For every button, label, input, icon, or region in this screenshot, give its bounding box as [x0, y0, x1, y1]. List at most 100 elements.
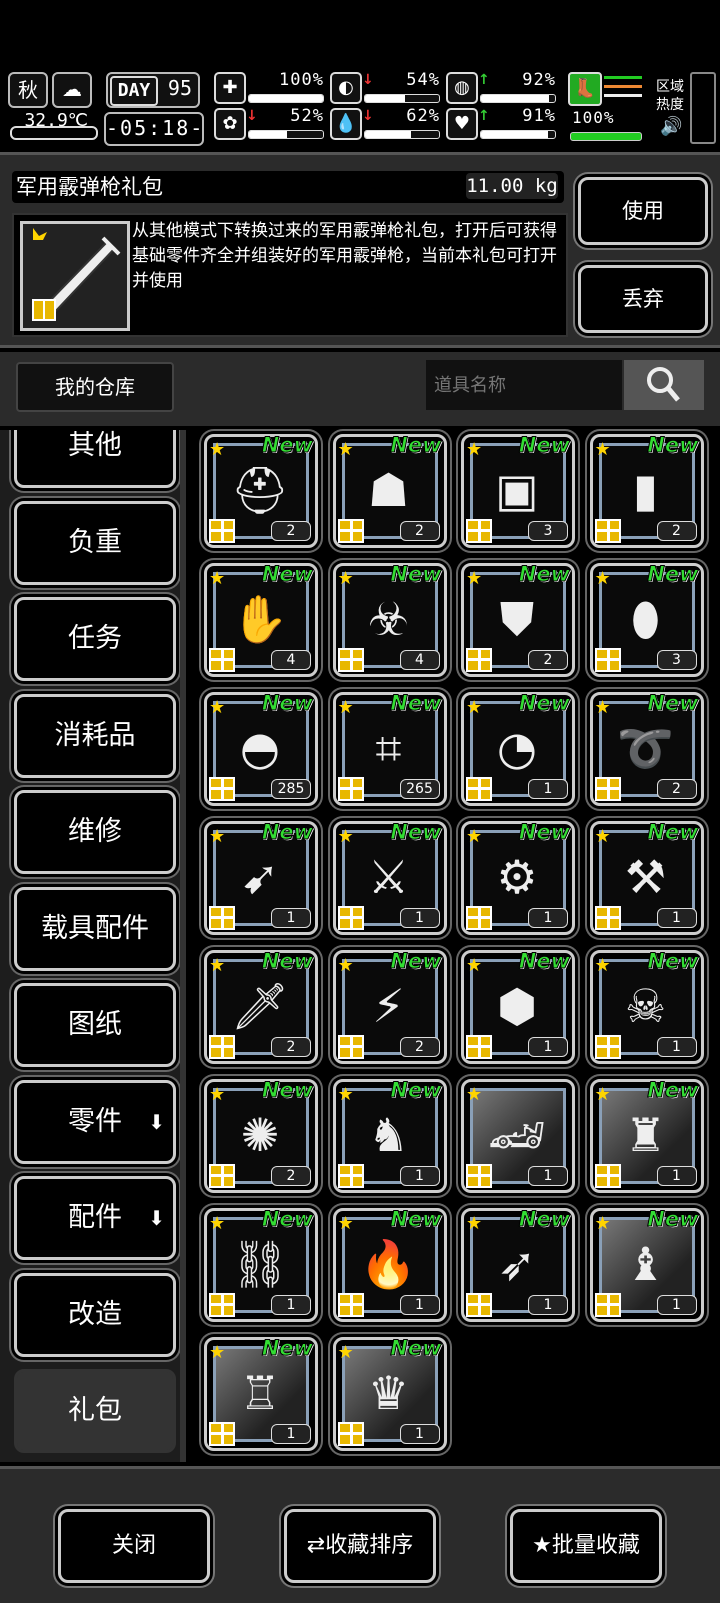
assault-rifle-icon: ➶: [497, 1237, 537, 1291]
category-label: 其他: [68, 430, 122, 461]
inventory-item[interactable]: ⚔ ★ New 1: [332, 820, 447, 935]
new-badge: New: [261, 820, 313, 845]
status-bar: 秋 ☁ 32.9℃ DAY 95 -05:18- ✚ 100% ◐ ↓ 54% ◍ ↑ 92%…: [0, 68, 720, 146]
inventory-item[interactable]: ♝ ★ New 1: [589, 1207, 704, 1322]
gift-icon: [209, 906, 235, 930]
inventory-grid: ⛑ ★ New 2 ☗ ★ New 2 ▣ ★ New 3 ▮ ★ New 2 ✋ ★ New 4 ☣ ★ New 4 ⛊ ★ Ne…: [190, 430, 720, 1462]
category-6[interactable]: 图纸: [14, 983, 176, 1067]
inventory-item[interactable]: ♖ ★ New 1: [204, 1336, 318, 1451]
inventory-item[interactable]: ◓ ★ New 285: [204, 691, 318, 806]
inventory-item[interactable]: 🗡 ★ New 2: [204, 949, 318, 1064]
favorite-star-icon: ★: [209, 697, 226, 718]
stat-bar: [480, 94, 556, 103]
zone-heat-meter: [690, 72, 716, 144]
inventory-item[interactable]: ▮ ★ New 2: [589, 433, 704, 548]
category-0[interactable]: 其他: [14, 430, 176, 488]
inventory-item[interactable]: ⚒ ★ New 1: [589, 820, 704, 935]
close-button[interactable]: 关闭: [58, 1509, 210, 1583]
knight-armor-icon: ♖: [239, 1366, 281, 1420]
inventory-item[interactable]: ◔ ★ New 1: [461, 691, 575, 806]
category-label: 配件: [68, 1202, 122, 1233]
inventory-item[interactable]: 🔥 ★ New 1: [332, 1207, 447, 1322]
inventory-item[interactable]: ⬮ ★ New 3: [589, 562, 704, 677]
inventory-item[interactable]: ✋ ★ New 4: [204, 562, 318, 677]
gift-icon: [594, 777, 621, 801]
category-5[interactable]: 载具配件: [14, 886, 176, 971]
inventory-item[interactable]: ✺ ★ New 2: [204, 1078, 318, 1193]
stat-water-drop: 💧 ↓ 62%: [330, 106, 440, 140]
gift-icon: [337, 1164, 364, 1188]
new-badge: New: [390, 562, 442, 587]
speaker-icon[interactable]: 🔊: [660, 116, 682, 137]
inventory-item[interactable]: ➶ ★ New 1: [461, 1207, 575, 1322]
inventory-item[interactable]: ▣ ★ New 3: [461, 433, 575, 548]
inventory-item[interactable]: ♛ ★ New 1: [332, 1336, 447, 1451]
inventory-item[interactable]: ➰ ★ New 2: [589, 691, 704, 806]
inventory-item[interactable]: ⚙ ★ New 1: [461, 820, 575, 935]
inventory-item[interactable]: ⛊ ★ New 2: [461, 562, 575, 677]
item-count: 265: [399, 779, 440, 799]
favorite-star-icon: ★: [594, 568, 611, 589]
inventory-item[interactable]: ☠ ★ New 1: [589, 949, 704, 1064]
inventory-item[interactable]: ☣ ★ New 4: [332, 562, 447, 677]
batch-favorite-button[interactable]: ★批量收藏: [510, 1509, 662, 1583]
item-count: 1: [656, 1166, 697, 1186]
stat-bar: [248, 94, 324, 103]
new-badge: New: [390, 949, 442, 974]
category-10[interactable]: 礼包: [14, 1369, 176, 1453]
inventory-item[interactable]: ⬢ ★ New 1: [461, 949, 575, 1064]
inventory-item[interactable]: ⌗ ★ New 265: [332, 691, 447, 806]
discard-button[interactable]: 丢弃: [578, 265, 708, 333]
category-3[interactable]: 消耗品: [14, 693, 176, 778]
category-label: 任务: [68, 623, 122, 654]
gift-icon: [466, 519, 492, 543]
water-drop-icon: 💧: [330, 108, 362, 140]
inventory-item[interactable]: ➹ ★ New 1: [204, 820, 318, 935]
gift-icon: [209, 519, 235, 543]
new-badge: New: [390, 1207, 442, 1232]
new-badge: New: [518, 1207, 570, 1232]
thermometer: 32.9℃: [8, 110, 98, 140]
item-search-input[interactable]: [426, 360, 622, 410]
favorite-star-icon: ★: [466, 439, 483, 460]
favorite-star-icon: ★: [466, 1213, 483, 1234]
category-7[interactable]: 零件 ⬇: [14, 1079, 176, 1164]
lungs-icon: ◍: [446, 72, 478, 104]
gift-icon: [337, 1422, 364, 1446]
category-9[interactable]: 改造: [14, 1272, 176, 1357]
inventory-item[interactable]: ☗ ★ New 2: [332, 433, 447, 548]
inventory-item[interactable]: 🏎 ★ 1: [461, 1079, 575, 1193]
search-button[interactable]: [624, 360, 704, 410]
item-count: 2: [271, 521, 311, 541]
category-label: 负重: [68, 526, 122, 558]
favorite-star-icon: ★: [466, 568, 483, 589]
arrow-down-icon: ⬇: [148, 1109, 165, 1134]
new-badge: New: [261, 1078, 313, 1103]
item-count: 1: [656, 1295, 697, 1315]
temperature: 32.9℃: [24, 110, 88, 131]
category-4[interactable]: 维修: [14, 790, 176, 874]
inventory-item[interactable]: ♞ ★ New 1: [332, 1078, 447, 1193]
inventory-item[interactable]: ⛑ ★ New 2: [204, 433, 318, 548]
category-1[interactable]: 负重: [14, 500, 176, 585]
zone-heat-text: 区域 热度: [656, 79, 684, 113]
dragon-emblem-icon: ♞: [367, 1108, 410, 1162]
inventory-item[interactable]: ⛓ ★ New 1: [204, 1207, 318, 1322]
stat-medkit: ✚ 100%: [214, 70, 324, 104]
whip-icon: ➰: [616, 721, 675, 775]
favorite-star-icon: ★: [337, 826, 354, 847]
gold-mask-icon: ☠: [624, 979, 667, 1033]
game-clock: -05:18-: [104, 112, 204, 146]
category-2[interactable]: 任务: [14, 597, 176, 681]
sidebar-scrollbar[interactable]: [180, 430, 186, 1462]
gift-icon: [594, 906, 621, 930]
inventory-item[interactable]: ⚡ ★ New 2: [332, 949, 447, 1064]
day-label: DAY: [110, 76, 158, 106]
category-8[interactable]: 配件 ⬇: [14, 1176, 176, 1260]
inventory-item[interactable]: ♜ ★ New 1: [589, 1078, 704, 1193]
use-button[interactable]: 使用: [578, 177, 708, 245]
item-count: 1: [528, 1295, 568, 1315]
item-count: 1: [656, 1037, 697, 1057]
item-count: 1: [656, 908, 697, 928]
favorite-sort-button[interactable]: ⇄收藏排序: [284, 1509, 436, 1583]
